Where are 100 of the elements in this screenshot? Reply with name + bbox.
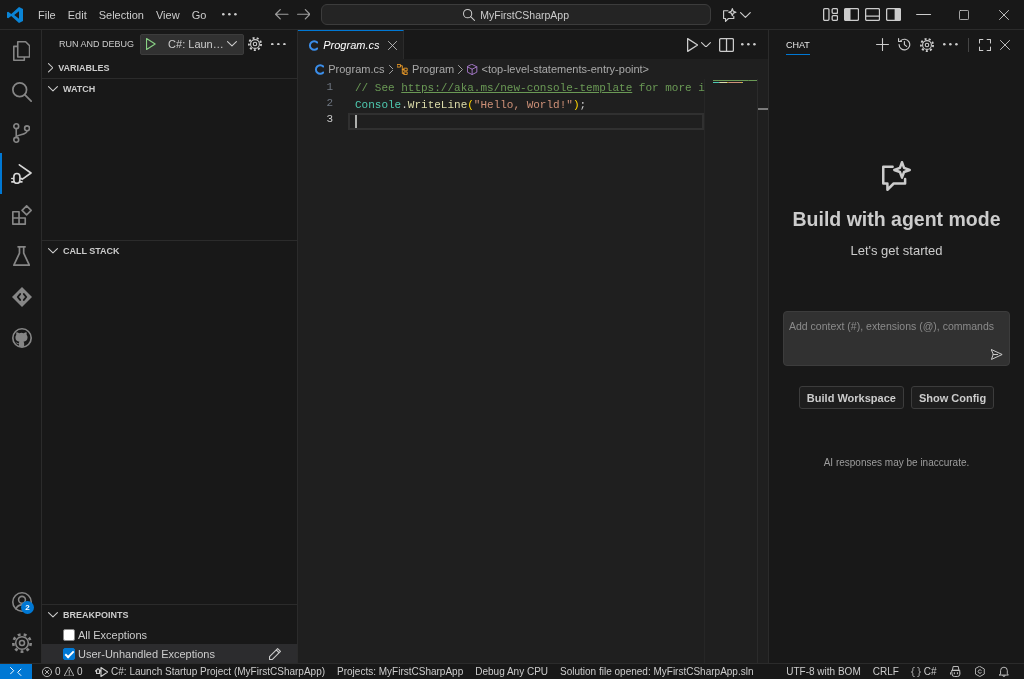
section-header[interactable]: VARIABLES (42, 58, 297, 78)
chat-subheading: Let's get started (850, 242, 943, 260)
split-editor-icon[interactable] (719, 37, 735, 52)
breakpoint-item[interactable]: All Exceptions (42, 625, 297, 644)
caret-icon[interactable] (739, 11, 751, 18)
history-icon[interactable] (898, 38, 912, 51)
warning-icon (63, 666, 75, 677)
flask-icon[interactable] (12, 245, 31, 266)
chat-input-box[interactable]: Add context (#), extensions (@), commands (783, 311, 1010, 366)
chevron-right-icon (388, 64, 394, 74)
problems-status[interactable]: 0 0 (36, 664, 89, 679)
play-icon[interactable] (686, 37, 699, 52)
breakpoint-item[interactable]: User-Unhandled Exceptions (42, 644, 297, 663)
checkbox[interactable] (63, 628, 75, 641)
branch-icon[interactable] (12, 122, 31, 143)
files-icon[interactable] (12, 40, 31, 61)
caret-icon (227, 41, 238, 47)
status-item[interactable]: Projects: MyFirstCSharpApp (331, 664, 470, 679)
robot-face-icon[interactable] (949, 666, 962, 677)
line-number: 1 (326, 80, 333, 95)
chat-heading: Build with agent mode (792, 207, 1001, 231)
maximize-icon[interactable] (979, 38, 991, 51)
close-icon[interactable] (1000, 39, 1010, 50)
checkbox[interactable] (63, 647, 75, 660)
class-icon (397, 63, 409, 75)
debug-launch-icon (94, 666, 109, 677)
status-item[interactable]: Debug Any CPU (469, 664, 555, 679)
section-header[interactable]: BREAKPOINTS (42, 605, 297, 625)
plus-icon[interactable] (876, 38, 890, 51)
remote-icon (10, 667, 22, 676)
play-icon[interactable] (146, 38, 157, 50)
more-icon[interactable] (271, 42, 286, 46)
code-line: // See https://aka.ms/new-console-template for more i (355, 80, 705, 96)
send-icon[interactable] (991, 349, 1003, 360)
more-icon[interactable] (222, 13, 238, 16)
left-panel-icon[interactable] (843, 8, 859, 21)
editor-tab[interactable]: Program.cs (298, 30, 404, 59)
status-item[interactable]: C#: Launch Startup Project (MyFirstCSharpApp) (88, 664, 332, 679)
cube-icon (467, 63, 478, 75)
bottom-panel-icon[interactable] (864, 8, 880, 21)
close-icon[interactable] (999, 9, 1009, 20)
play-bug-icon[interactable] (11, 163, 32, 184)
diamond-icon[interactable] (11, 286, 32, 307)
line-number: 2 (326, 96, 333, 111)
menu-item[interactable]: File (32, 3, 62, 26)
disclaimer-text: AI responses may be inaccurate. (823, 457, 970, 468)
command-center[interactable]: MyFirstCSharpApp (321, 4, 712, 25)
maximize-icon[interactable] (959, 9, 969, 20)
chat-sparkle-icon (881, 161, 912, 191)
chat-input[interactable]: Add context (#), extensions (@), commands (789, 318, 1003, 334)
menu-item[interactable]: View (149, 3, 186, 26)
braces-icon (910, 666, 921, 677)
chevron-right-icon (458, 64, 464, 74)
pencil-icon[interactable] (269, 647, 281, 660)
section-header[interactable]: CALL STACK (42, 241, 297, 261)
code-line: Console.WriteLine("Hello, World!"); (355, 97, 587, 113)
more-icon[interactable] (741, 43, 756, 46)
sidebar-title: RUN AND DEBUG (59, 39, 134, 49)
remote-button[interactable] (0, 664, 32, 679)
cat-logo-icon[interactable] (11, 327, 32, 348)
menu-item[interactable]: Selection (92, 3, 150, 26)
section-header[interactable]: WATCH (42, 79, 297, 99)
file-type-icon (308, 39, 319, 51)
error-icon (42, 666, 52, 677)
back-arrow-icon[interactable] (275, 9, 289, 20)
minimap (713, 80, 758, 86)
more-icon[interactable] (943, 43, 958, 46)
forward-arrow-icon[interactable] (296, 9, 311, 20)
breadcrumb-item[interactable]: <top-level-statements-entry-point> (467, 63, 650, 75)
code-link[interactable]: https://aka.ms/new-console-template (401, 81, 633, 94)
line-number: 3 (326, 112, 333, 127)
notification-badge: 2 (21, 601, 34, 614)
logo-icon (7, 6, 23, 23)
blocks-icon[interactable] (11, 204, 32, 225)
caret-icon[interactable] (701, 41, 712, 48)
bell-icon[interactable] (999, 666, 1009, 677)
settings-icon[interactable] (920, 37, 935, 52)
launch-config-dropdown[interactable]: C#: Laun… (140, 33, 245, 55)
breadcrumb-item[interactable]: Program.cs (314, 63, 385, 75)
layout-grid-icon[interactable] (822, 8, 838, 21)
search-icon (463, 8, 476, 21)
minimize-icon[interactable] (916, 13, 932, 16)
search-icon[interactable] (11, 81, 32, 102)
breadcrumb-item[interactable]: Program (397, 63, 455, 75)
chat-sparkle-icon[interactable] (723, 7, 737, 22)
file-type-icon (314, 63, 325, 75)
status-item[interactable]: Solution file opened: MyFirstCSharpApp.sln (554, 664, 760, 679)
close-icon[interactable] (387, 40, 397, 50)
hexagon-icon[interactable] (975, 666, 986, 677)
status-item[interactable]: C# (904, 664, 943, 679)
settings-icon[interactable] (248, 37, 263, 51)
settings-icon[interactable] (11, 632, 32, 653)
chat-button[interactable]: Build Workspace (798, 386, 904, 409)
menu-item[interactable]: Go (185, 3, 213, 26)
status-item[interactable]: UTF-8 with BOM (780, 664, 867, 679)
chat-button[interactable]: Show Config (910, 386, 995, 409)
menu-item[interactable]: Edit (61, 3, 93, 26)
status-item[interactable]: CRLF (866, 664, 905, 679)
right-panel-icon[interactable] (885, 8, 901, 21)
chat-tab[interactable]: CHAT (786, 34, 810, 55)
